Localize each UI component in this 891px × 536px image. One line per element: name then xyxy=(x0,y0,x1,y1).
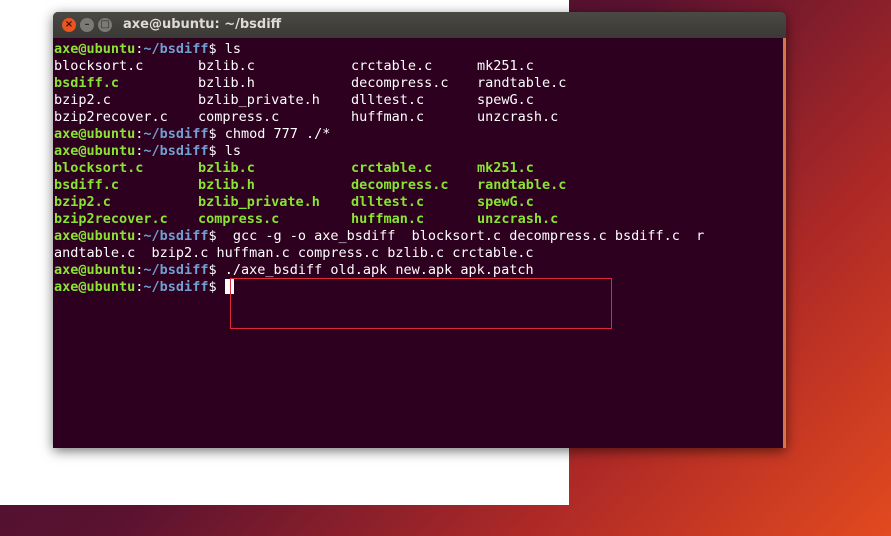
scrollbar[interactable] xyxy=(783,38,786,448)
command-text: chmod 777 ./* xyxy=(216,126,331,142)
highlight-box xyxy=(230,278,612,329)
maximize-icon: □ xyxy=(100,19,110,30)
prompt-path: ~/bsdiff xyxy=(143,126,209,142)
prompt-symbol: $ xyxy=(208,279,217,295)
close-icon: × xyxy=(64,19,74,30)
prompt-user-host: axe@ubuntu xyxy=(54,126,136,142)
minimize-icon: – xyxy=(84,19,90,30)
file-name: mk251.c xyxy=(477,160,534,176)
command-line: axe@ubuntu:~/bsdiff$ chmod 777 ./* xyxy=(54,126,786,143)
minimize-button[interactable]: – xyxy=(80,18,94,32)
prompt-symbol: $ xyxy=(208,262,217,278)
file-name: bzip2.c xyxy=(54,194,111,210)
listing-row: bsdiff.c bzlib.h decompress.c randtable.… xyxy=(54,75,786,92)
prompt-symbol: $ xyxy=(208,41,217,57)
command-text: gcc -g -o axe_bsdiff blocksort.c decompr… xyxy=(216,228,705,244)
terminal-output[interactable]: axe@ubuntu:~/bsdiff$ ls blocksort.c bzli… xyxy=(53,38,786,448)
file-name: decompress.c xyxy=(351,75,449,91)
file-name: dlltest.c xyxy=(351,92,425,108)
file-name: unzcrash.c xyxy=(477,211,559,227)
command-line: axe@ubuntu:~/bsdiff$ gcc -g -o axe_bsdif… xyxy=(54,228,786,245)
file-name: randtable.c xyxy=(477,177,567,193)
file-name: bzip2.c xyxy=(54,92,111,108)
file-name: bsdiff.c xyxy=(54,75,120,91)
listing-row: bzip2recover.c compress.c huffman.c unzc… xyxy=(54,211,786,228)
prompt-symbol: $ xyxy=(208,228,217,244)
listing-row: blocksort.c bzlib.c crctable.c mk251.c xyxy=(54,160,786,177)
prompt-user-host: axe@ubuntu xyxy=(54,228,136,244)
listing-row: bzip2.c bzlib_private.h dlltest.c spewG.… xyxy=(54,92,786,109)
command-line: axe@ubuntu:~/bsdiff$ ./axe_bsdiff old.ap… xyxy=(54,262,786,279)
listing-row: bsdiff.c bzlib.h decompress.c randtable.… xyxy=(54,177,786,194)
prompt-symbol: $ xyxy=(208,126,217,142)
file-name: decompress.c xyxy=(351,177,449,193)
prompt-user-host: axe@ubuntu xyxy=(54,262,136,278)
window-title: axe@ubuntu: ~/bsdiff xyxy=(123,17,282,32)
file-name: crctable.c xyxy=(351,58,433,74)
command-line: axe@ubuntu:~/bsdiff$ ls xyxy=(54,143,786,160)
listing-row: bzip2.c bzlib_private.h dlltest.c spewG.… xyxy=(54,194,786,211)
prompt-path: ~/bsdiff xyxy=(143,279,209,295)
file-name: bsdiff.c xyxy=(54,177,120,193)
file-name: huffman.c xyxy=(351,109,425,125)
file-name: bzlib.h xyxy=(198,75,255,91)
command-text: ls xyxy=(216,143,241,159)
file-name: bzlib.c xyxy=(198,58,255,74)
file-name: bzip2recover.c xyxy=(54,211,168,227)
file-name: dlltest.c xyxy=(351,194,425,210)
file-name: compress.c xyxy=(198,109,280,125)
terminal-window[interactable]: × – □ axe@ubuntu: ~/bsdiff axe@ubuntu:~/… xyxy=(53,12,786,448)
command-line: axe@ubuntu:~/bsdiff$ ls xyxy=(54,41,786,58)
command-text: ls xyxy=(216,41,241,57)
command-text: ./axe_bsdiff old.apk new.apk apk.patch xyxy=(216,262,534,278)
prompt-path: ~/bsdiff xyxy=(143,143,209,159)
file-name: crctable.c xyxy=(351,160,433,176)
listing-row: bzip2recover.c compress.c huffman.c unzc… xyxy=(54,109,786,126)
file-name: bzlib.h xyxy=(198,177,255,193)
prompt-user-host: axe@ubuntu xyxy=(54,41,136,57)
close-button[interactable]: × xyxy=(62,18,76,32)
file-name: mk251.c xyxy=(477,58,534,74)
file-name: randtable.c xyxy=(477,75,567,91)
file-name: spewG.c xyxy=(477,92,534,108)
maximize-button[interactable]: □ xyxy=(98,18,112,32)
title-bar[interactable]: × – □ axe@ubuntu: ~/bsdiff xyxy=(53,12,786,38)
file-name: bzlib_private.h xyxy=(198,92,320,108)
prompt-user-host: axe@ubuntu xyxy=(54,279,136,295)
file-name: blocksort.c xyxy=(54,160,144,176)
prompt-path: ~/bsdiff xyxy=(143,228,209,244)
file-name: bzlib_private.h xyxy=(198,194,320,210)
command-wrap-line: andtable.c bzip2.c huffman.c compress.c … xyxy=(54,245,534,261)
file-name: huffman.c xyxy=(351,211,425,227)
file-name: spewG.c xyxy=(477,194,534,210)
file-name: compress.c xyxy=(198,211,280,227)
file-name: unzcrash.c xyxy=(477,109,559,125)
listing-row: blocksort.c bzlib.c crctable.c mk251.c xyxy=(54,58,786,75)
prompt-symbol: $ xyxy=(208,143,217,159)
prompt-path: ~/bsdiff xyxy=(143,262,209,278)
prompt-path: ~/bsdiff xyxy=(143,41,209,57)
file-name: bzip2recover.c xyxy=(54,109,168,125)
file-name: bzlib.c xyxy=(198,160,255,176)
file-name: blocksort.c xyxy=(54,58,144,74)
prompt-user-host: axe@ubuntu xyxy=(54,143,136,159)
